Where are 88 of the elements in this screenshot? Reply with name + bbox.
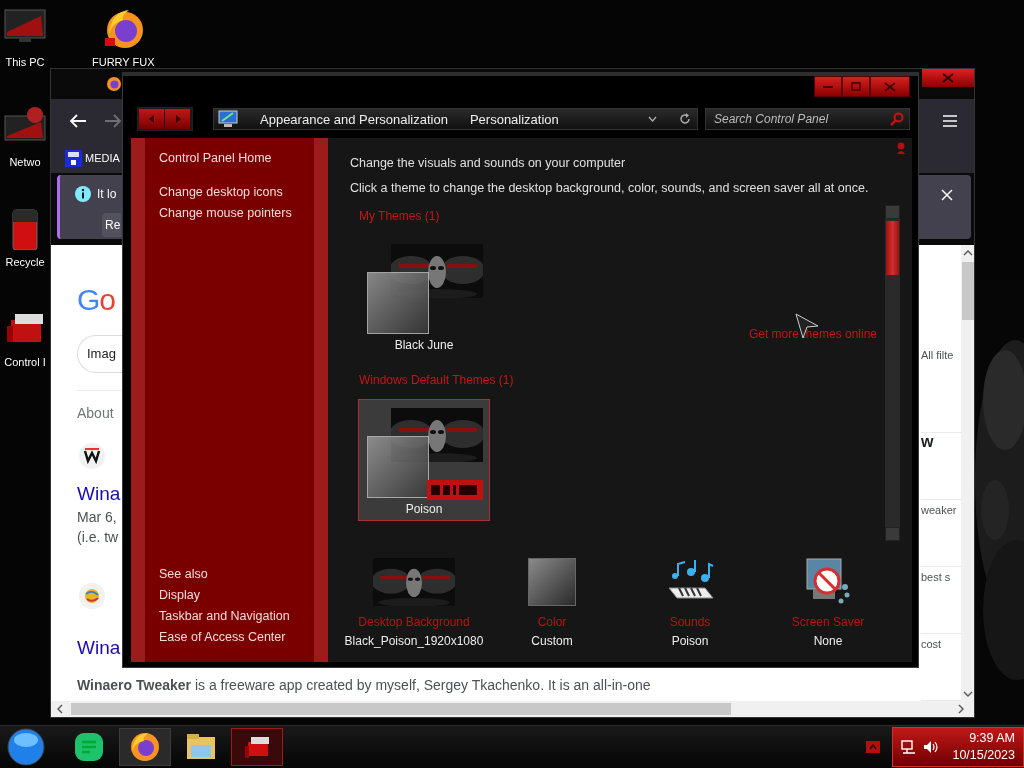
side-text: cost [921, 638, 942, 650]
breadcrumb-item[interactable]: Personalization [469, 111, 559, 127]
forward-button[interactable] [165, 109, 190, 129]
breadcrumb-item[interactable]: Appearance and Personalization [260, 111, 448, 127]
clock-date: 10/15/2023 [952, 747, 1015, 764]
start-button[interactable] [7, 728, 45, 766]
scroll-left-icon[interactable] [57, 704, 63, 714]
icon-label: This PC [5, 56, 45, 68]
flag-icon[interactable] [866, 741, 880, 753]
page-description: Click a theme to change the desktop background, color, sounds, and screen saver all at once. [350, 181, 870, 195]
theme-tile[interactable]: Poison [358, 399, 490, 521]
close-icon [884, 81, 896, 92]
clock-time: 9:39 AM [969, 730, 1015, 747]
back-button[interactable] [139, 109, 164, 129]
minimize-button[interactable] [814, 76, 842, 97]
page-heading: Change the visuals and sounds on your computer [350, 156, 627, 170]
result-snippet: Mar 6, [77, 509, 117, 525]
horizontal-scrollbar[interactable] [51, 701, 974, 717]
side-text: All filte [921, 349, 954, 361]
scroll-down-icon[interactable] [962, 691, 973, 697]
window-preview [367, 272, 429, 334]
close-button[interactable] [922, 69, 974, 87]
result-link[interactable]: Wina [77, 483, 121, 505]
result-description: Winaero Tweaker is a freeware app created by myself, Sergey Tkachenko. It is an all-in-one [77, 677, 651, 693]
close-icon [942, 73, 954, 83]
group-heading: My Themes (1) [359, 209, 441, 223]
close-button[interactable] [870, 76, 910, 97]
firefox-icon [106, 75, 122, 92]
result-link[interactable]: Wina [77, 637, 121, 659]
side-text: w [921, 433, 934, 450]
dropdown-caret-icon[interactable] [648, 116, 657, 122]
window-preview [367, 436, 429, 498]
monitor-icon [218, 110, 238, 128]
theme-tile[interactable]: Black June [358, 235, 490, 357]
forward-arrow-icon [174, 115, 181, 123]
taskbar-app-button[interactable] [119, 728, 171, 766]
notification-text: It lo [97, 187, 117, 202]
site-favicon-icon [79, 583, 105, 609]
maximize-button[interactable] [842, 76, 870, 97]
color-swatch [528, 558, 576, 606]
result-snippet: (i.e. tw [77, 529, 119, 545]
group-heading: Windows Default Themes (1) [359, 373, 515, 387]
vertical-scrollbar[interactable] [961, 245, 974, 701]
volume-icon[interactable] [923, 740, 939, 754]
network-icon[interactable] [901, 740, 917, 754]
setting-value: None [813, 634, 843, 648]
search-icon[interactable] [890, 112, 904, 126]
maximize-icon [851, 82, 861, 91]
task-link[interactable]: Change mouse pointers [159, 206, 314, 220]
clock[interactable]: 9:39 AM 10/15/2023 [952, 730, 1015, 764]
help-icon[interactable] [896, 142, 906, 154]
search-field[interactable]: Search Control Panel [705, 108, 910, 130]
scroll-right-icon[interactable] [958, 704, 964, 714]
refresh-icon[interactable] [679, 113, 691, 125]
setting-value: Poison [671, 634, 709, 648]
notification-button[interactable]: Re [102, 213, 121, 238]
address-bar[interactable]: Appearance and Personalization Personalization [213, 108, 698, 130]
taskbar-app-button[interactable] [231, 728, 283, 766]
forward-arrow-icon[interactable] [104, 113, 122, 130]
task-link[interactable]: Change desktop icons [159, 185, 314, 199]
side-text: weaker [921, 504, 957, 516]
scrollbar-thumb[interactable] [961, 262, 974, 320]
scroll-up-icon[interactable] [962, 250, 973, 256]
icon-label: Control I [4, 356, 46, 368]
scrollbar-thumb[interactable] [886, 221, 899, 275]
back-arrow-icon[interactable] [69, 113, 87, 130]
setting-value: Black_Poison_1920x1080 [344, 634, 484, 648]
scrollbar-thumb[interactable] [71, 703, 731, 715]
see-also-link[interactable]: Taskbar and Navigation [159, 609, 314, 623]
vertical-scrollbar[interactable] [885, 205, 900, 541]
menu-icon[interactable] [942, 114, 958, 129]
info-icon [74, 185, 92, 204]
see-also-link[interactable]: Display [159, 588, 314, 602]
setting-value: Custom [531, 634, 573, 648]
icon-label: Netwo [9, 156, 41, 168]
section-heading: About [77, 405, 114, 421]
icon-label: FURRY FUX [92, 56, 155, 68]
task-link[interactable]: Control Panel Home [159, 151, 314, 165]
back-arrow-icon [148, 115, 155, 123]
site-favicon-icon [79, 443, 105, 469]
filter-chip[interactable]: Imag [77, 335, 122, 373]
icon-label: Recycle [5, 256, 45, 268]
see-also-heading: See also [159, 567, 209, 581]
bookmark-link[interactable]: MEDIA [65, 149, 120, 167]
see-also-link[interactable]: Ease of Access Center [159, 630, 314, 644]
google-logo: Go [77, 283, 116, 317]
close-icon[interactable] [941, 189, 953, 202]
side-text: best s [921, 571, 951, 583]
